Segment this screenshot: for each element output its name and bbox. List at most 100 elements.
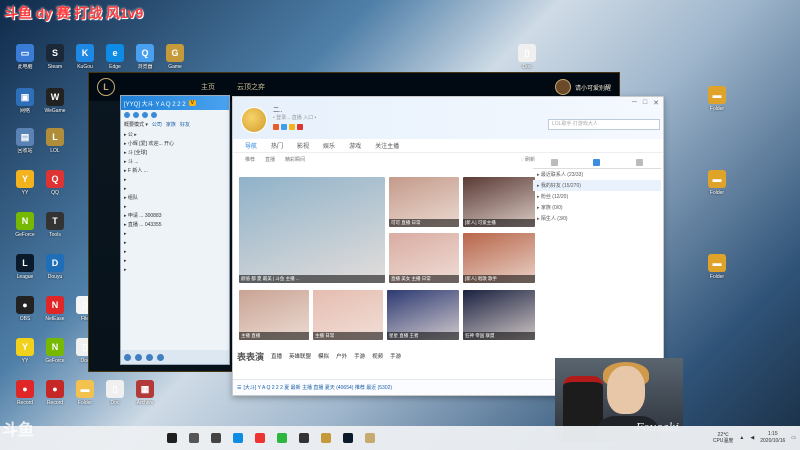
desktop-icon[interactable]: ▭ 此电脑 <box>8 44 42 70</box>
category-item[interactable]: 模拟 <box>318 352 329 360</box>
cpu-indicator[interactable]: 22℃ CPU温度 <box>713 432 734 444</box>
friends-icon[interactable] <box>593 159 601 166</box>
category-item[interactable]: 视频 <box>372 352 383 360</box>
taskbar-tool[interactable] <box>316 428 336 448</box>
desktop-icon[interactable]: ▬ Folder <box>700 254 734 280</box>
taskbar-wechat[interactable] <box>272 428 292 448</box>
tab-navigation[interactable]: 导航 <box>245 141 257 150</box>
taskbar-edge[interactable] <box>228 428 248 448</box>
desktop-icon[interactable]: Q 浏览器 <box>128 44 162 70</box>
desktop-icon[interactable]: Y YY <box>8 170 42 196</box>
search-icon[interactable] <box>124 112 130 118</box>
desktop-icon[interactable]: N GeForce <box>38 338 72 364</box>
category-item[interactable]: 手游 <box>390 352 401 360</box>
desktop-icon[interactable]: Q QQ <box>38 170 72 196</box>
network-icon[interactable]: ▲ <box>739 435 744 441</box>
desktop-icon[interactable]: L League <box>8 254 42 280</box>
contact-group[interactable]: ▸ 我的好友 (15/270) <box>533 180 661 191</box>
people-icon[interactable] <box>146 353 153 361</box>
tab-video[interactable]: 影视 <box>297 141 309 150</box>
minimize-button[interactable]: ─ <box>632 99 637 107</box>
tab-family[interactable]: 家族 <box>166 121 176 128</box>
maximize-button[interactable]: □ <box>643 99 647 107</box>
list-item[interactable]: ▸ 申请 ... 300883 <box>124 212 226 221</box>
avatar[interactable] <box>241 107 267 133</box>
desktop-icon[interactable]: ▣ 网络 <box>8 88 42 114</box>
subtab-highlights[interactable]: 精彩瞬间 <box>285 156 305 163</box>
category-item[interactable]: 手游 <box>354 352 365 360</box>
desktop-icon[interactable]: G Game <box>158 44 192 70</box>
list-item[interactable]: ▸ <box>124 257 226 266</box>
desktop-icon[interactable]: ● Record <box>38 380 72 406</box>
desktop-icon[interactable]: W WeGame <box>38 88 72 114</box>
desktop-icon[interactable]: D Douyu <box>38 254 72 280</box>
desktop-icon[interactable]: ▬ Folder <box>68 380 102 406</box>
list-item[interactable]: ▸ 斗 [全球] <box>124 149 226 158</box>
clock[interactable]: 1:15 2020/10/16 <box>760 431 785 445</box>
taskbar-lol[interactable] <box>360 428 380 448</box>
desktop-icon[interactable]: S Steam <box>38 44 72 70</box>
footer-text[interactable]: [大斗] Y A Q 2 2 2 夏 最新 主播 直播 夏天 (40654) 推… <box>243 384 392 391</box>
taskbar-chrome[interactable] <box>250 428 270 448</box>
stream-tile[interactable]: 颜值 都 夏 最美 | 斗鱼 主播 ... <box>239 177 385 283</box>
notification-icon[interactable]: ▭ <box>791 435 796 441</box>
contact-group[interactable]: ▸ 粉丝 (12/20) <box>533 191 661 202</box>
tab-mode[interactable]: 概要模式 ▾ <box>124 121 148 128</box>
tab-games[interactable]: 游戏 <box>349 141 361 150</box>
contact-group[interactable]: ▸ 最近联系人 (23/33) <box>533 169 661 180</box>
desktop-icon[interactable]: ● Record <box>8 380 42 406</box>
taskbar-game[interactable] <box>294 428 314 448</box>
desktop-icon[interactable]: e Edge <box>98 44 132 70</box>
taskbar-start[interactable] <box>162 428 182 448</box>
list-item[interactable]: ▸ 公 ▸ <box>124 131 226 140</box>
subtab-live[interactable]: 直播 <box>265 156 275 163</box>
mail-icon[interactable] <box>133 112 139 118</box>
list-item[interactable]: ▸ 小辉 [爱] 欢迎... 开心 <box>124 140 226 149</box>
close-button[interactable]: ✕ <box>653 99 659 107</box>
group-icon[interactable] <box>636 159 644 166</box>
list-item[interactable]: ▸ 斗 ... <box>124 158 226 167</box>
list-item[interactable]: ▸ <box>124 176 226 185</box>
desktop-icon[interactable]: N GeForce <box>8 212 42 238</box>
lol-user[interactable]: 请小可爱别醒 <box>554 79 611 95</box>
contact-group[interactable]: ▸ 家族 (0/0) <box>533 202 661 213</box>
recent-icon[interactable] <box>550 159 558 166</box>
tab-following[interactable]: 关注主播 <box>375 141 399 150</box>
desktop-icon[interactable]: ● OBS <box>8 296 42 322</box>
desktop-icon[interactable]: Y YY <box>8 338 42 364</box>
desktop-icon[interactable]: T Tools <box>38 212 72 238</box>
volume-icon[interactable] <box>135 353 142 361</box>
list-item[interactable]: ▸ <box>124 185 226 194</box>
stream-tile[interactable]: 可可 直播 日常 <box>389 177 459 227</box>
category-item[interactable]: 英雄联盟 <box>289 352 311 360</box>
list-item[interactable]: ▸ <box>124 203 226 212</box>
volume-icon[interactable]: ◀ <box>750 435 754 441</box>
tab-company[interactable]: 公司 <box>152 121 162 128</box>
category-item[interactable]: 直播 <box>271 352 282 360</box>
desktop-icon[interactable]: ▤ 回收站 <box>8 128 42 154</box>
search-input[interactable]: LOL歌手 打游戏大人 <box>548 119 660 130</box>
list-item[interactable]: ▸ 直播 ... 043355 <box>124 221 226 230</box>
desktop-icon[interactable]: ▦ Archive <box>128 380 162 406</box>
taskbar-search[interactable] <box>184 428 204 448</box>
desktop-icon[interactable]: N NetEase <box>38 296 72 322</box>
tab-entertainment[interactable]: 娱乐 <box>323 141 335 150</box>
taskbar-league[interactable] <box>338 428 358 448</box>
list-item[interactable]: ▸ <box>124 239 226 248</box>
stream-tile[interactable]: 狂神 帝国 联盟 <box>463 290 535 340</box>
location-icon[interactable] <box>142 112 148 118</box>
stream-tile[interactable]: 主播 直播 <box>239 290 309 340</box>
desktop-icon[interactable]: L LOL <box>38 128 72 154</box>
stream-tile[interactable]: 主播 日常 <box>313 290 383 340</box>
lol-logo-icon[interactable]: L <box>97 78 115 96</box>
stream-tile[interactable]: 直播 美女 主播 日常 <box>389 233 459 283</box>
desktop-icon[interactable]: ▯ Doc <box>510 44 544 70</box>
category-item[interactable]: 户外 <box>336 352 347 360</box>
stream-tile[interactable]: [新人] 唱歌 歌手 <box>463 233 535 283</box>
tab-friends[interactable]: 好友 <box>180 121 190 128</box>
app-icon[interactable] <box>157 353 164 361</box>
list-item[interactable]: ▸ <box>124 266 226 275</box>
lol-nav-home[interactable]: 主页 <box>195 80 221 94</box>
desktop-icon[interactable]: K KuGou <box>68 44 102 70</box>
list-item[interactable]: ▸ <box>124 230 226 239</box>
